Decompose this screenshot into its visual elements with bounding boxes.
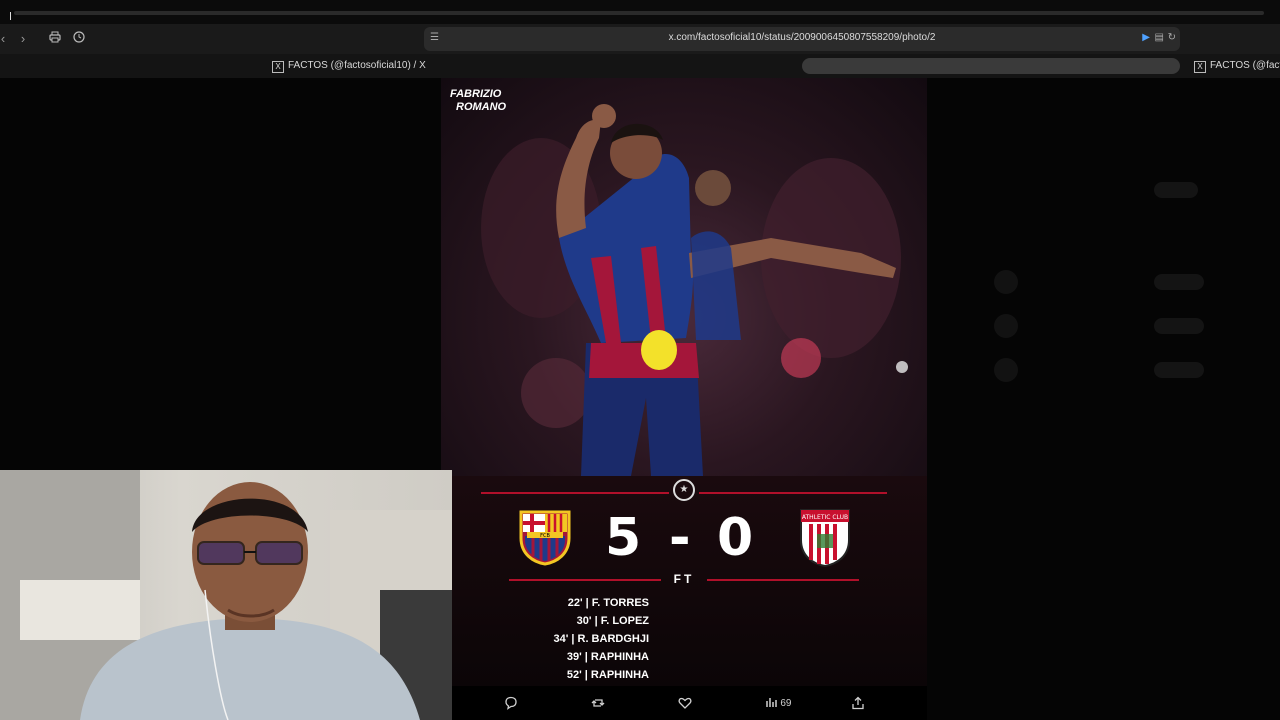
svg-text:ATHLETIC CLUB: ATHLETIC CLUB: [802, 514, 848, 521]
scorecard-panel: ★ FCB 5 - 0 ATHLETIC CLUB FT 22' | F. TO…: [441, 476, 927, 686]
progress-strip: [14, 11, 1264, 15]
active-tab-pill[interactable]: [802, 58, 1180, 74]
views-count: 69: [780, 698, 792, 709]
tab-factos-2[interactable]: X FACTOS (@factos: [1194, 58, 1280, 74]
scorer-line: 30' | F. LOPEZ: [576, 615, 649, 627]
ghost-button: [1154, 274, 1204, 290]
like-icon[interactable]: [678, 696, 692, 713]
address-bar[interactable]: ☰ x.com/factosoficial10/status/200900645…: [424, 27, 1180, 51]
divider-line: [699, 492, 887, 494]
tweet-action-bar: 69: [441, 686, 927, 720]
scorer-line: 52' | RAPHINHA: [566, 669, 649, 681]
reload-icon[interactable]: ↻: [1168, 32, 1176, 43]
tab-bar: X FACTOS (@factosoficial10) / X X FACTOS (…: [0, 54, 1280, 78]
divider-line: [481, 492, 669, 494]
laliga-trophy-icon: ★: [673, 479, 695, 501]
text-cursor: [10, 12, 11, 20]
speaker-icon[interactable]: ▶: [1142, 32, 1150, 43]
home-score: 5: [605, 508, 642, 568]
ghost-button: [1154, 362, 1204, 378]
url-text: x.com/factosoficial10/status/20090064508…: [668, 32, 936, 43]
ghost-button: [1154, 182, 1198, 198]
athletic-club-crest-icon: ATHLETIC CLUB: [800, 509, 850, 568]
history-icon[interactable]: [70, 30, 88, 48]
divider-line: [707, 579, 859, 581]
views-button[interactable]: 69: [765, 696, 791, 711]
forward-icon[interactable]: ›: [14, 30, 32, 48]
fabrizio-romano-watermark: FABRIZIO ROMANO: [450, 88, 506, 114]
views-icon: [766, 698, 777, 707]
ghost-avatar: [994, 270, 1018, 294]
reply-icon[interactable]: [504, 696, 518, 713]
svg-text:FCB: FCB: [540, 533, 550, 539]
scorer-line: 34' | R. BARDGHJI: [553, 633, 649, 645]
score-dash: -: [669, 508, 691, 568]
window-top-strip: [0, 0, 1280, 24]
tab-label: FACTOS (@factosoficial10) / X: [288, 60, 426, 71]
ghost-avatar: [994, 358, 1018, 382]
x-logo-icon: X: [272, 61, 284, 73]
away-score: 0: [717, 508, 754, 568]
tweet-photo[interactable]: FABRIZIO ROMANO: [441, 78, 927, 476]
ghost-avatar: [994, 314, 1018, 338]
repost-icon[interactable]: [591, 696, 605, 713]
presenter-video: [0, 470, 452, 720]
ghost-button: [1154, 318, 1204, 334]
brand-line-2: ROMANO: [456, 101, 507, 113]
scorer-line: 39' | RAPHINHA: [566, 651, 649, 663]
tab-factos[interactable]: X FACTOS (@factosoficial10) / X: [272, 58, 426, 74]
back-icon[interactable]: ‹: [0, 30, 12, 48]
print-icon[interactable]: [46, 30, 64, 48]
fc-barcelona-crest-icon: FCB: [519, 510, 571, 566]
scorer-line: 22' | F. TORRES: [567, 597, 649, 609]
tab-label: FACTOS (@factos: [1210, 60, 1280, 71]
player-figure: [556, 104, 896, 476]
brand-line-1: FABRIZIO: [450, 88, 502, 100]
x-logo-icon: X: [1194, 61, 1206, 73]
browser-toolbar: ‹ › ☰ x.com/factosoficial10/status/20090…: [0, 24, 1280, 54]
webcam-overlay: [0, 470, 452, 720]
translate-icon[interactable]: ▤: [1155, 32, 1164, 43]
share-icon[interactable]: [851, 696, 865, 713]
